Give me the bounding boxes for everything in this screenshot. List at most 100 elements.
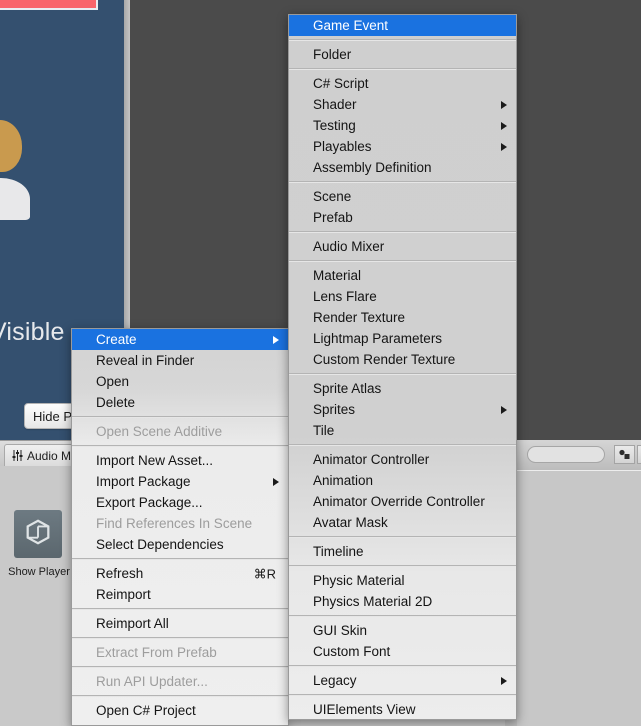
menu-item-reimport[interactable]: Reimport	[72, 584, 288, 605]
health-bar	[0, 0, 98, 10]
menu-item-label: Custom Render Texture	[313, 351, 456, 367]
menu-separator	[72, 637, 288, 639]
menu-item-label: Game Event	[313, 17, 389, 33]
menu-item-label: Extract From Prefab	[96, 644, 217, 660]
menu-item-folder[interactable]: Folder	[289, 44, 516, 65]
menu-item-uielements-view[interactable]: UIElements View	[289, 699, 516, 719]
menu-item-label: Tile	[313, 422, 335, 438]
create-submenu[interactable]: Game Event Folder C# Script Shader Testing Pl…	[288, 14, 517, 720]
menu-item-assembly-definition[interactable]: Assembly Definition	[289, 157, 516, 178]
menu-separator	[289, 615, 516, 617]
menu-item-label: Custom Font	[313, 643, 391, 659]
project-toolbar	[517, 440, 641, 471]
menu-item-label: Reimport	[96, 586, 151, 602]
menu-item-label: Assembly Definition	[313, 159, 432, 175]
menu-item-animator-controller[interactable]: Animator Controller	[289, 449, 516, 470]
menu-item-label: Refresh	[96, 565, 144, 581]
project-right-pane[interactable]	[517, 470, 641, 726]
menu-item-shader[interactable]: Shader	[289, 94, 516, 115]
menu-item-playables[interactable]: Playables	[289, 136, 516, 157]
menu-item-import-new-asset[interactable]: Import New Asset...	[72, 450, 288, 471]
menu-item-delete[interactable]: Delete	[72, 392, 288, 413]
menu-item-physics-material-2d[interactable]: Physics Material 2D	[289, 591, 516, 612]
menu-item-label: Physic Material	[313, 572, 405, 588]
asset-name-label: Show Player	[8, 566, 70, 578]
menu-item-label: Select Dependencies	[96, 536, 224, 552]
menu-item-label: Playables	[313, 138, 372, 154]
menu-item-render-texture[interactable]: Render Texture	[289, 307, 516, 328]
submenu-arrow-icon	[501, 100, 507, 109]
menu-item-import-package[interactable]: Import Package	[72, 471, 288, 492]
menu-separator	[72, 558, 288, 560]
menu-item-sprites[interactable]: Sprites	[289, 399, 516, 420]
menu-item-lens-flare[interactable]: Lens Flare	[289, 286, 516, 307]
menu-item-custom-render-texture[interactable]: Custom Render Texture	[289, 349, 516, 370]
menu-item-label: Delete	[96, 394, 136, 410]
menu-item-label: Find References In Scene	[96, 515, 253, 531]
menu-item-label: Timeline	[313, 543, 364, 559]
menu-item-game-event[interactable]: Game Event	[289, 15, 516, 36]
menu-separator	[289, 444, 516, 446]
menu-separator	[289, 694, 516, 696]
menu-item-timeline[interactable]: Timeline	[289, 541, 516, 562]
menu-item-animation[interactable]: Animation	[289, 470, 516, 491]
menu-item-material[interactable]: Material	[289, 265, 516, 286]
menu-item-label: UIElements View	[313, 701, 416, 717]
submenu-arrow-icon	[501, 121, 507, 130]
menu-item-open-c-project[interactable]: Open C# Project	[72, 700, 288, 721]
menu-item-tile[interactable]: Tile	[289, 420, 516, 441]
menu-item-refresh[interactable]: Refresh ⌘R	[72, 563, 288, 584]
menu-item-label: Legacy	[313, 672, 357, 688]
menu-separator	[289, 39, 516, 41]
menu-item-label: Scene	[313, 188, 352, 204]
search-input[interactable]	[527, 446, 605, 463]
menu-item-label: Sprite Atlas	[313, 380, 382, 396]
menu-separator	[289, 373, 516, 375]
menu-item-avatar-mask[interactable]: Avatar Mask	[289, 512, 516, 533]
menu-item-label: Create	[96, 331, 137, 347]
assets-context-menu[interactable]: Create Reveal in Finder Open Delete Open Sce…	[71, 328, 289, 726]
menu-item-custom-font[interactable]: Custom Font	[289, 641, 516, 662]
menu-item-label: Open Scene Additive	[96, 423, 223, 439]
asset-thumbnail[interactable]	[14, 510, 62, 558]
character-head-shape	[0, 120, 22, 172]
menu-separator	[289, 565, 516, 567]
menu-item-audio-mixer[interactable]: Audio Mixer	[289, 236, 516, 257]
menu-item-reveal-in-finder[interactable]: Reveal in Finder	[72, 350, 288, 371]
menu-item-extract-from-prefab: Extract From Prefab	[72, 642, 288, 663]
menu-item-label: Animator Controller	[313, 451, 430, 467]
menu-item-export-package[interactable]: Export Package...	[72, 492, 288, 513]
menu-item-label: Physics Material 2D	[313, 593, 433, 609]
menu-item-find-references-in-scene: Find References In Scene	[72, 513, 288, 534]
menu-item-reimport-all[interactable]: Reimport All	[72, 613, 288, 634]
menu-item-c-script[interactable]: C# Script	[289, 73, 516, 94]
menu-separator	[289, 260, 516, 262]
character-body-shape	[0, 178, 30, 220]
menu-item-label: Animation	[313, 472, 374, 488]
menu-item-shortcut: ⌘R	[253, 566, 276, 581]
menu-item-testing[interactable]: Testing	[289, 115, 516, 136]
menu-item-label: C# Script	[313, 75, 369, 91]
menu-item-physic-material[interactable]: Physic Material	[289, 570, 516, 591]
menu-separator	[289, 181, 516, 183]
menu-item-label: Prefab	[313, 209, 353, 225]
menu-item-open[interactable]: Open	[72, 371, 288, 392]
submenu-arrow-icon	[273, 335, 279, 344]
menu-item-create[interactable]: Create	[72, 329, 288, 350]
audio-mixer-icon	[12, 450, 23, 461]
menu-item-label: Open C# Project	[96, 702, 196, 718]
favorites-icon[interactable]	[637, 445, 641, 464]
menu-item-prefab[interactable]: Prefab	[289, 207, 516, 228]
asset-filter-icon[interactable]	[614, 445, 635, 464]
menu-item-label: Avatar Mask	[313, 514, 388, 530]
menu-item-animator-override-controller[interactable]: Animator Override Controller	[289, 491, 516, 512]
menu-separator	[72, 695, 288, 697]
menu-item-select-dependencies[interactable]: Select Dependencies	[72, 534, 288, 555]
menu-item-sprite-atlas[interactable]: Sprite Atlas	[289, 378, 516, 399]
menu-item-gui-skin[interactable]: GUI Skin	[289, 620, 516, 641]
menu-item-lightmap-parameters[interactable]: Lightmap Parameters	[289, 328, 516, 349]
menu-item-scene[interactable]: Scene	[289, 186, 516, 207]
menu-item-legacy[interactable]: Legacy	[289, 670, 516, 691]
menu-separator	[72, 416, 288, 418]
submenu-arrow-icon	[501, 676, 507, 685]
